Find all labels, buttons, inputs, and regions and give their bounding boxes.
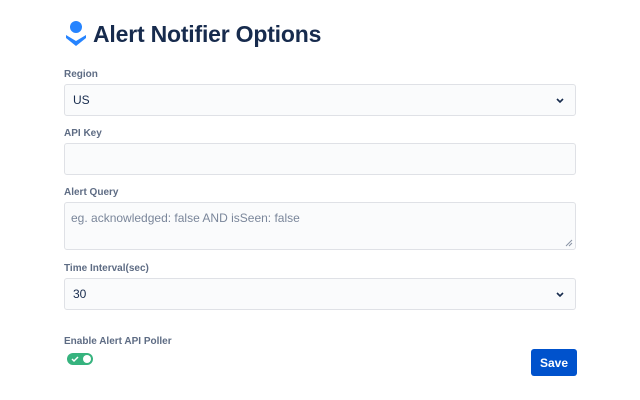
save-button[interactable]: Save	[531, 349, 577, 376]
poller-toggle[interactable]	[67, 353, 93, 365]
toggle-knob	[83, 355, 91, 363]
api-key-input[interactable]	[64, 143, 576, 175]
poller-field: Enable Alert API Poller	[64, 335, 576, 349]
opsgenie-logo-icon	[66, 21, 86, 46]
region-field: Region US	[64, 68, 576, 118]
region-value: US	[73, 93, 90, 107]
alert-query-label: Alert Query	[64, 187, 119, 198]
chevron-down-icon	[556, 98, 564, 104]
chevron-down-icon	[556, 292, 564, 298]
resize-handle-icon[interactable]	[565, 239, 573, 247]
time-interval-select[interactable]: 30	[64, 278, 576, 310]
page-header: Alert Notifier Options	[64, 18, 321, 50]
alert-query-placeholder: eg. acknowledged: false AND isSeen: fals…	[71, 211, 300, 225]
alert-query-textarea[interactable]: eg. acknowledged: false AND isSeen: fals…	[64, 202, 576, 250]
time-interval-field: Time Interval(sec) 30	[64, 262, 576, 312]
region-label: Region	[64, 69, 98, 80]
time-interval-value: 30	[73, 287, 87, 301]
region-select[interactable]: US	[64, 84, 576, 116]
api-key-label: API Key	[64, 128, 102, 139]
api-key-field: API Key	[64, 127, 576, 177]
time-interval-label: Time Interval(sec)	[64, 263, 149, 274]
check-icon	[71, 356, 79, 363]
alert-query-field: Alert Query eg. acknowledged: false AND …	[64, 186, 576, 252]
page-title: Alert Notifier Options	[93, 20, 322, 47]
poller-label: Enable Alert API Poller	[64, 336, 172, 347]
options-page: Alert Notifier Options Region US API Key…	[0, 0, 640, 400]
